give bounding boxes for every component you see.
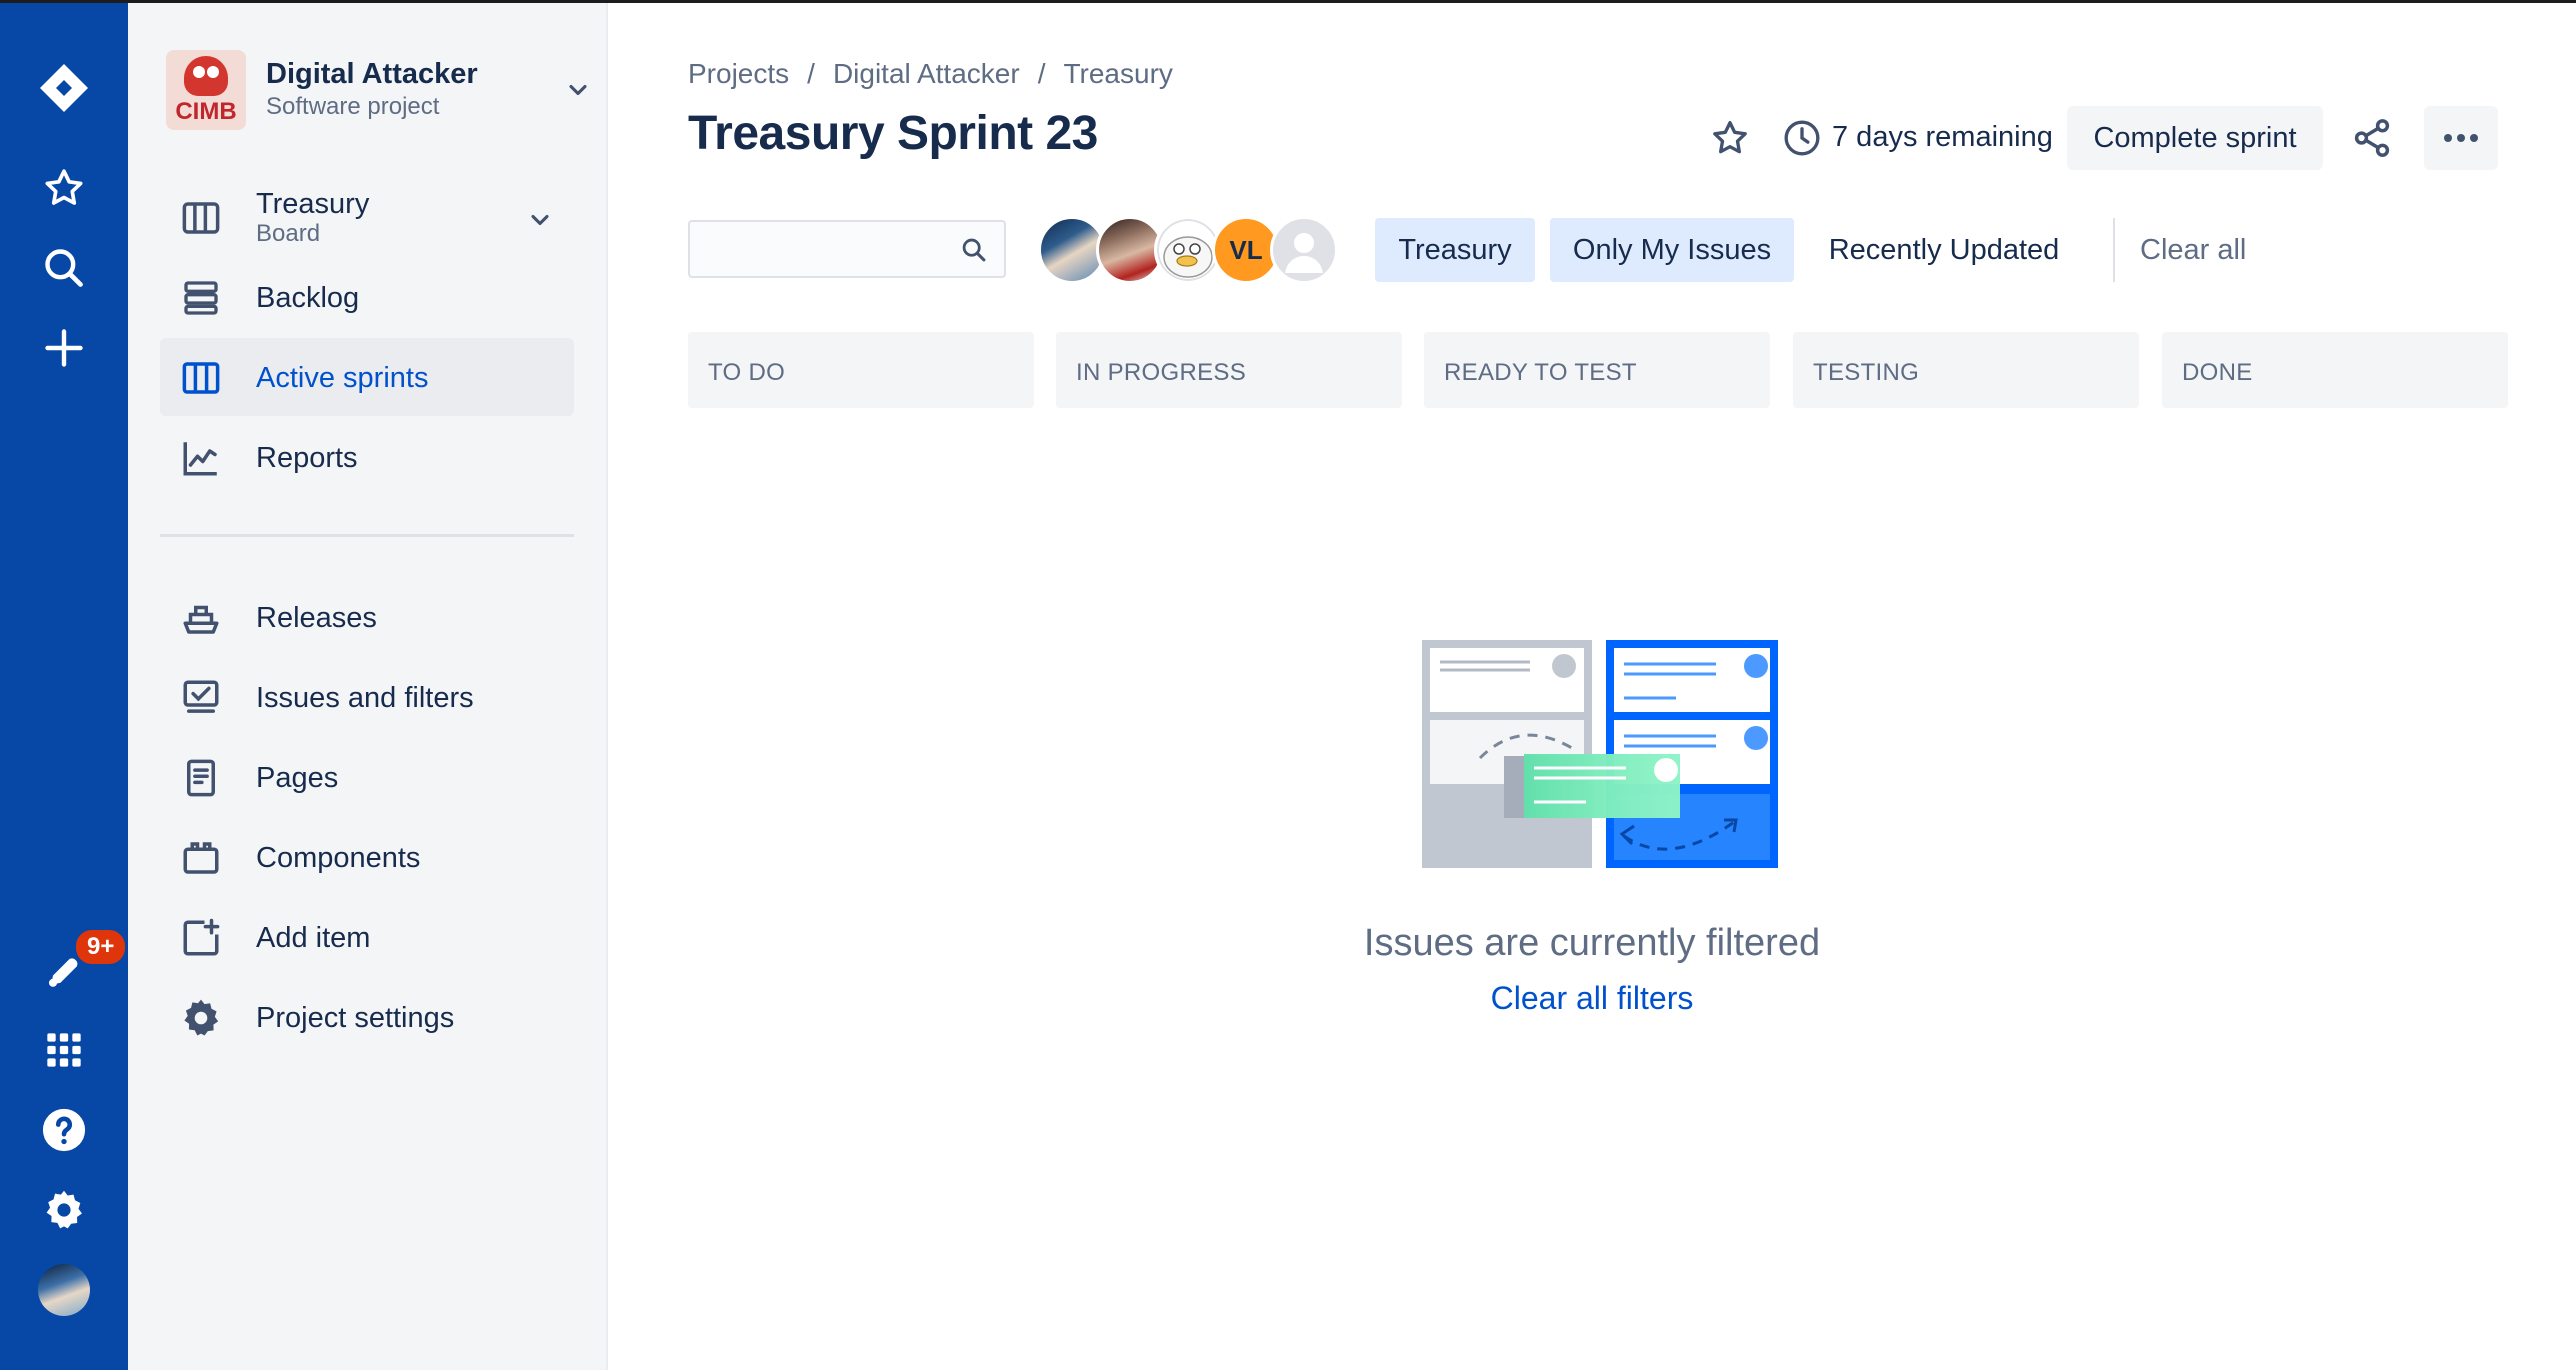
window-top-border [0, 0, 2576, 3]
assignee-avatar-default[interactable] [1270, 216, 1338, 284]
notifications-badge: 9+ [74, 928, 128, 966]
board-columns-icon [180, 357, 222, 399]
quick-filter-only-my-issues[interactable]: Only My Issues [1550, 218, 1794, 282]
search-icon [962, 238, 986, 262]
backlog-icon [180, 277, 222, 319]
clock-icon [1784, 120, 1820, 156]
board-name: Treasury [256, 188, 370, 220]
project-sidebar: CIMB Digital Attacker Software project T… [128, 0, 608, 1370]
search-icon[interactable] [32, 236, 96, 300]
page-title: Treasury Sprint 23 [688, 107, 1098, 160]
clear-all-filters-link[interactable]: Clear all filters [1491, 980, 1694, 1016]
quick-filter-treasury[interactable]: Treasury [1375, 218, 1535, 282]
board-switcher[interactable]: Treasury Board [160, 178, 574, 256]
column-header-in-progress: IN PROGRESS [1056, 332, 1402, 408]
sidebar-item-label: Releases [256, 602, 377, 634]
sidebar-item-releases[interactable]: Releases [160, 578, 574, 656]
sidebar-item-label: Components [256, 842, 421, 874]
sidebar-item-label: Pages [256, 762, 339, 794]
breadcrumb-projects[interactable]: Projects [688, 58, 789, 89]
sidebar-item-label: Issues and filters [256, 682, 474, 714]
column-header-testing: TESTING [1793, 332, 2139, 408]
sidebar-item-issues-and-filters[interactable]: Issues and filters [160, 658, 574, 736]
breadcrumb-project[interactable]: Digital Attacker [833, 58, 1020, 89]
sidebar-item-pages[interactable]: Pages [160, 738, 574, 816]
jira-logo-icon[interactable] [32, 56, 96, 120]
sidebar-item-project-settings[interactable]: Project settings [160, 978, 574, 1056]
help-icon[interactable] [32, 1098, 96, 1162]
sidebar-item-backlog[interactable]: Backlog [160, 258, 574, 336]
project-name: Digital Attacker [266, 58, 478, 90]
filtered-board-illustration [1422, 640, 1778, 868]
filter-divider [2113, 218, 2115, 282]
main-content: Projects / Digital Attacker / Treasury Treas… [608, 0, 2576, 1370]
clear-all-button[interactable]: Clear all [2140, 234, 2246, 267]
breadcrumb-board[interactable]: Treasury [1063, 58, 1172, 89]
sidebar-item-active-sprints[interactable]: Active sprints [160, 338, 574, 416]
chevron-down-icon[interactable] [526, 206, 554, 234]
sidebar-item-label: Add item [256, 922, 371, 954]
empty-state-title: Issues are currently filtered [1363, 922, 1821, 964]
more-dots-icon [2444, 134, 2478, 142]
column-header-ready-to-test: READY TO TEST [1424, 332, 1770, 408]
quick-filter-recently-updated[interactable]: Recently Updated [1808, 218, 2080, 282]
page-icon [180, 757, 222, 799]
sidebar-item-label: Backlog [256, 282, 360, 314]
search-input[interactable] [700, 230, 944, 270]
settings-gear-icon[interactable] [32, 1178, 96, 1242]
sidebar-item-label: Active sprints [256, 362, 429, 394]
sidebar-divider [160, 534, 574, 537]
ship-icon [180, 597, 222, 639]
board-subtitle: Board [256, 220, 321, 247]
board-search-field[interactable] [688, 220, 1006, 278]
chevron-down-icon[interactable] [564, 76, 592, 104]
board-icon [180, 197, 222, 239]
starred-icon[interactable] [32, 156, 96, 220]
project-logo: CIMB [166, 50, 246, 130]
sidebar-item-reports[interactable]: Reports [160, 418, 574, 496]
sidebar-item-label: Reports [256, 442, 358, 474]
components-icon [180, 837, 222, 879]
column-header-to-do: TO DO [688, 332, 1034, 408]
breadcrumb: Projects / Digital Attacker / Treasury [688, 58, 1173, 89]
sidebar-item-components[interactable]: Components [160, 818, 574, 896]
add-item-icon [180, 917, 222, 959]
global-navigation: 9+ [0, 0, 128, 1370]
project-type: Software project [266, 93, 440, 120]
sprint-remaining-text: 7 days remaining [1832, 121, 2053, 153]
more-actions-button[interactable] [2424, 106, 2498, 170]
star-icon[interactable] [1710, 118, 1750, 158]
share-icon[interactable] [2346, 112, 2398, 164]
project-switcher[interactable]: CIMB Digital Attacker Software project [166, 48, 596, 132]
sidebar-item-label: Project settings [256, 1002, 455, 1034]
complete-sprint-button[interactable]: Complete sprint [2067, 106, 2323, 170]
gear-icon [180, 997, 222, 1039]
chart-line-icon [180, 437, 222, 479]
app-switcher-icon[interactable] [32, 1018, 96, 1082]
create-plus-icon[interactable] [32, 316, 96, 380]
user-avatar[interactable] [32, 1258, 96, 1322]
column-header-done: DONE [2162, 332, 2508, 408]
sidebar-item-add-item[interactable]: Add item [160, 898, 574, 976]
issues-filter-icon [180, 677, 222, 719]
